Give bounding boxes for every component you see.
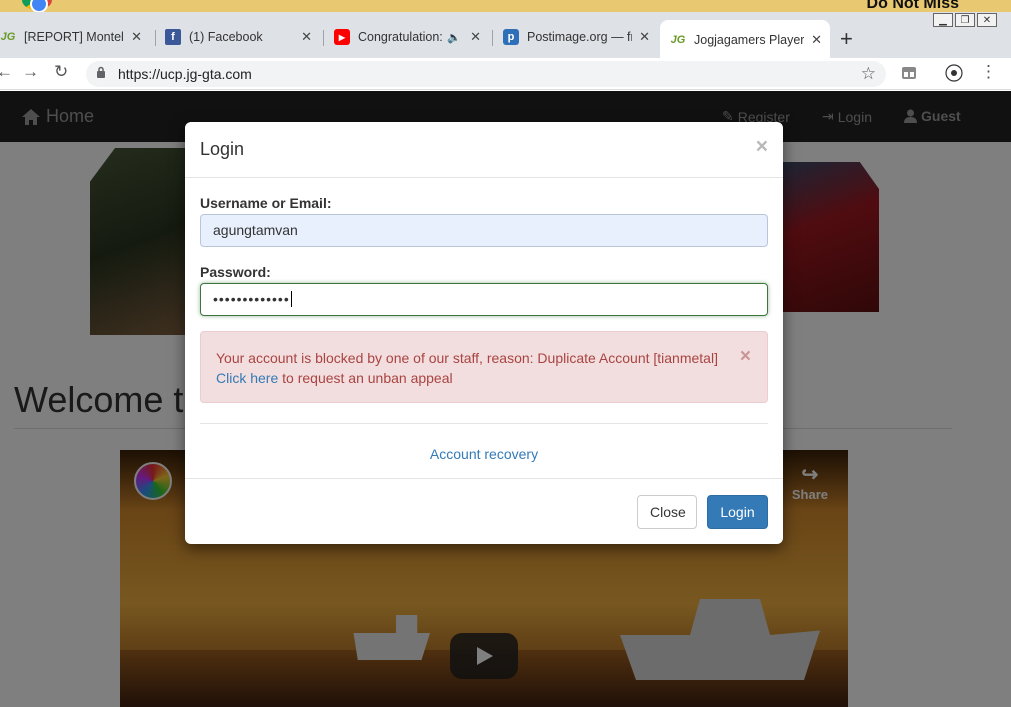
tab-separator <box>492 30 493 46</box>
postimage-icon: p <box>503 29 519 45</box>
close-button[interactable]: Close <box>637 495 697 529</box>
divider <box>200 423 768 424</box>
modal-close-icon[interactable]: × <box>756 135 768 159</box>
blocked-account-alert: Your account is blocked by one of our st… <box>200 331 768 403</box>
reload-icon[interactable]: ↻ <box>54 62 68 82</box>
jg-logo-icon: JG <box>670 34 686 46</box>
alert-message: Your account is blocked by one of our st… <box>216 350 718 366</box>
forward-icon[interactable]: → <box>22 62 39 82</box>
chrome-logo-icon <box>22 0 52 12</box>
tab-separator <box>155 30 156 46</box>
back-icon[interactable]: ← <box>0 62 13 82</box>
alert-suffix: to request an unban appeal <box>278 370 453 386</box>
menu-kebab-icon[interactable]: ⋮ <box>980 62 997 82</box>
browser-tab[interactable]: ▶ Congratulation: 🔈 ✕ <box>334 22 489 52</box>
close-tab-icon[interactable]: ✕ <box>131 29 142 45</box>
address-bar[interactable]: https://ucp.jg-gta.com ☆ <box>86 61 886 87</box>
top-banner-text: Do Not Miss <box>866 0 959 12</box>
tab-separator <box>323 30 324 46</box>
username-input[interactable]: agungtamvan <box>200 214 768 247</box>
username-label: Username or Email: <box>200 195 332 211</box>
url-text: https://ucp.jg-gta.com <box>118 66 252 82</box>
window-controls: ▁ ❐ ✕ <box>933 13 997 27</box>
close-tab-icon[interactable]: ✕ <box>470 29 481 45</box>
desktop-top-strip: Do Not Miss <box>0 0 1011 12</box>
tab-title: Postimage.org — fr <box>527 30 632 44</box>
modal-title: Login <box>200 139 245 159</box>
soccer-ball-icon[interactable] <box>945 64 963 82</box>
password-mask: ••••••••••••• <box>213 291 290 307</box>
youtube-icon: ▶ <box>334 29 350 45</box>
browser-tab[interactable]: JG [REPORT] Montelso ✕ <box>0 22 150 52</box>
tab-title: Congratulation: <box>358 30 443 44</box>
lock-icon <box>97 66 105 78</box>
modal-footer: Close Login <box>185 478 783 544</box>
close-tab-icon[interactable]: ✕ <box>811 32 822 48</box>
account-recovery-link[interactable]: Account recovery <box>185 446 783 462</box>
browser-tab-bar: JG [REPORT] Montelso ✕ f (1) Facebook ✕ … <box>0 12 1011 60</box>
browser-tab[interactable]: p Postimage.org — fr ✕ <box>503 22 658 52</box>
facebook-icon: f <box>165 29 181 45</box>
tab-title: [REPORT] Montelso <box>24 30 124 44</box>
text-cursor <box>290 291 292 307</box>
close-window-icon[interactable]: ✕ <box>977 13 997 27</box>
modal-header: Login × <box>185 122 783 178</box>
close-tab-icon[interactable]: ✕ <box>639 29 650 45</box>
unban-appeal-link[interactable]: Click here <box>216 370 278 386</box>
tab-title: Jogjagamers Player <box>694 33 804 47</box>
speaker-icon[interactable]: 🔈 <box>447 31 461 44</box>
jg-logo-icon: JG <box>0 31 16 43</box>
bookmark-star-icon[interactable]: ☆ <box>861 64 876 84</box>
alert-dismiss-icon[interactable]: × <box>740 347 751 367</box>
extension-icon[interactable] <box>900 64 918 82</box>
browser-tab-active[interactable]: JG Jogjagamers Player ✕ <box>660 20 830 60</box>
web-page: Home ✎ Register ⇥ Login Guest Welcome t … <box>0 91 1011 707</box>
password-input[interactable]: ••••••••••••• <box>200 283 768 316</box>
close-tab-icon[interactable]: ✕ <box>301 29 312 45</box>
browser-tab[interactable]: f (1) Facebook ✕ <box>165 22 320 52</box>
browser-toolbar: ← → ↻ https://ucp.jg-gta.com ☆ ⋮ <box>0 58 1011 90</box>
maximize-icon[interactable]: ❐ <box>955 13 975 27</box>
password-label: Password: <box>200 264 271 280</box>
new-tab-button[interactable]: + <box>840 26 853 52</box>
minimize-icon[interactable]: ▁ <box>933 13 953 27</box>
login-button[interactable]: Login <box>707 495 768 529</box>
login-modal: Login × Username or Email: agungtamvan P… <box>185 122 783 544</box>
tab-title: (1) Facebook <box>189 30 263 44</box>
